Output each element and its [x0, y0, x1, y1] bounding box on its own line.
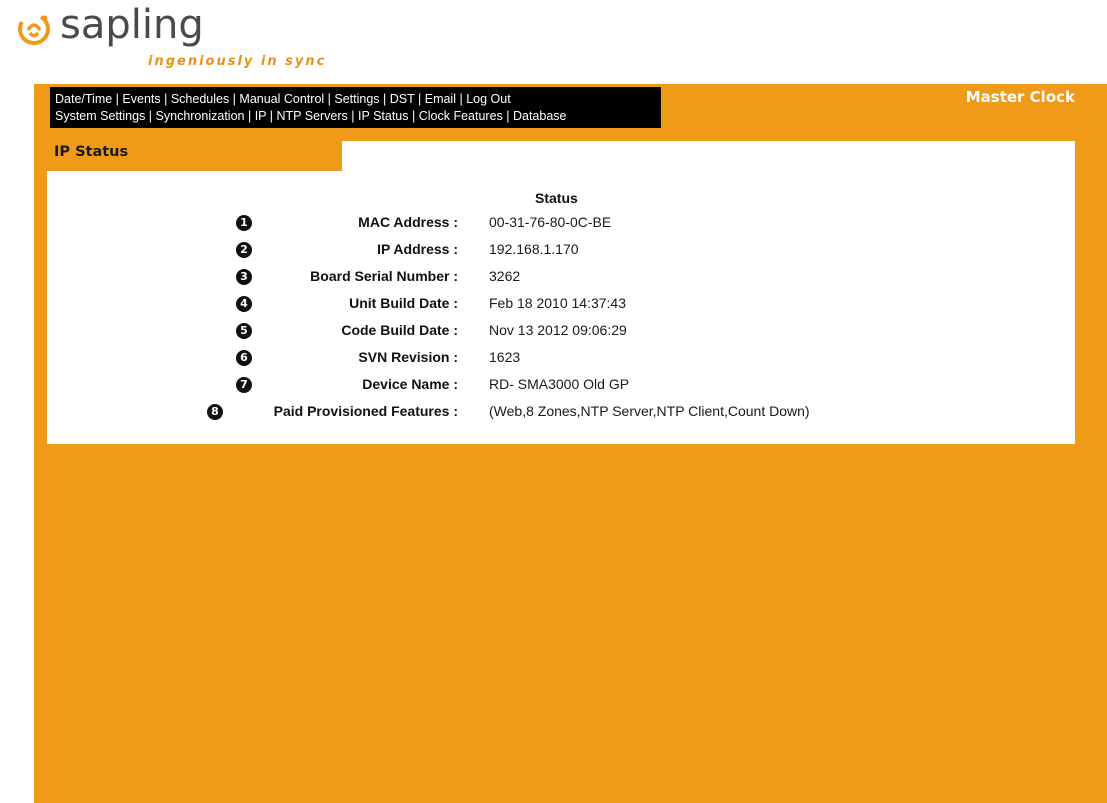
status-label: MAC Address :	[358, 214, 458, 230]
nav-separator: |	[112, 92, 123, 106]
status-row: 1 MAC Address : 00-31-76-80-0C-BE	[47, 213, 1075, 235]
status-value: Nov 13 2012 09:06:29	[489, 322, 627, 338]
nav-row-secondary: System Settings | Synchronization | IP |…	[55, 108, 661, 125]
nav-link-schedules[interactable]: Schedules	[171, 92, 229, 106]
status-label: SVN Revision :	[358, 349, 458, 365]
nav-separator: |	[456, 92, 467, 106]
main-area: Date/Time | Events | Schedules | Manual …	[34, 84, 1107, 803]
status-heading: Status	[535, 190, 578, 206]
status-value: 192.168.1.170	[489, 241, 579, 257]
nav-separator: |	[160, 92, 171, 106]
status-row: 2 IP Address : 192.168.1.170	[47, 240, 1075, 262]
nav-link-date-time[interactable]: Date/Time	[55, 92, 112, 106]
status-panel: Status 1 MAC Address : 00-31-76-80-0C-BE 2 I…	[47, 171, 1075, 444]
number-badge-icon: 8	[207, 404, 223, 420]
status-value: Feb 18 2010 14:37:43	[489, 295, 627, 311]
nav-separator: |	[145, 109, 156, 123]
nav-link-synchronization[interactable]: Synchronization	[156, 109, 245, 123]
status-label: Device Name :	[362, 376, 458, 392]
nav-separator: |	[324, 92, 335, 106]
page-title: IP Status	[54, 144, 129, 160]
nav-separator: |	[229, 92, 240, 106]
nav-link-ip[interactable]: IP	[255, 109, 267, 123]
nav-separator: |	[347, 109, 359, 123]
sapling-logo-icon	[18, 13, 50, 45]
device-label: Master Clock	[965, 88, 1075, 106]
number-badge-icon: 3	[236, 269, 252, 285]
nav-link-events[interactable]: Events	[122, 92, 160, 106]
status-label: Unit Build Date :	[349, 295, 458, 311]
nav-separator: |	[414, 92, 425, 106]
number-badge-icon: 5	[236, 323, 252, 339]
status-row: 6 SVN Revision : 1623	[47, 348, 1075, 370]
status-row: 3 Board Serial Number : 3262	[47, 267, 1075, 289]
status-label: Paid Provisioned Features :	[273, 403, 458, 419]
status-value: 3262	[489, 268, 521, 284]
status-value: (Web,8 Zones,NTP Server,NTP Client,Count…	[489, 403, 810, 419]
nav-link-log-out[interactable]: Log Out	[466, 92, 510, 106]
nav-separator: |	[502, 109, 513, 123]
nav-row-primary: Date/Time | Events | Schedules | Manual …	[55, 91, 661, 108]
number-badge-icon: 6	[236, 350, 252, 366]
nav-menu: Date/Time | Events | Schedules | Manual …	[50, 87, 661, 128]
status-label: Code Build Date :	[341, 322, 458, 338]
nav-separator: |	[244, 109, 255, 123]
nav-separator: |	[379, 92, 390, 106]
status-label: IP Address :	[377, 241, 458, 257]
status-row: 8 Paid Provisioned Features : (Web,8 Zones…	[47, 402, 1075, 424]
nav-link-clock-features[interactable]: Clock Features	[419, 109, 503, 123]
nav-link-email[interactable]: Email	[425, 92, 456, 106]
nav-link-system-settings[interactable]: System Settings	[55, 109, 145, 123]
status-label: Board Serial Number :	[310, 268, 458, 284]
nav-link-database[interactable]: Database	[513, 109, 567, 123]
nav-separator: |	[408, 109, 419, 123]
nav-link-settings[interactable]: Settings	[334, 92, 379, 106]
status-value: 00-31-76-80-0C-BE	[489, 214, 612, 230]
number-badge-icon: 1	[236, 215, 252, 231]
status-value: RD- SMA3000 Old GP	[489, 376, 630, 392]
status-row: 4 Unit Build Date : Feb 18 2010 14:37:43	[47, 294, 1075, 316]
sapling-logo: sapling ingeniously in sync	[16, 2, 346, 82]
brand-name: sapling	[60, 2, 204, 48]
nav-link-ip-status[interactable]: IP Status	[358, 109, 409, 123]
nav-link-dst[interactable]: DST	[390, 92, 415, 106]
status-value: 1623	[489, 349, 521, 365]
nav-separator: |	[266, 109, 277, 123]
title-tab-bar	[342, 141, 1075, 171]
number-badge-icon: 4	[236, 296, 252, 312]
brand-tagline: ingeniously in sync	[148, 54, 327, 69]
nav-link-manual-control[interactable]: Manual Control	[239, 92, 324, 106]
status-row: 5 Code Build Date : Nov 13 2012 09:06:29	[47, 321, 1075, 343]
number-badge-icon: 2	[236, 242, 252, 258]
nav-link-ntp-servers[interactable]: NTP Servers	[276, 109, 347, 123]
status-row: 7 Device Name : RD- SMA3000 Old GP	[47, 375, 1075, 397]
number-badge-icon: 7	[236, 377, 252, 393]
